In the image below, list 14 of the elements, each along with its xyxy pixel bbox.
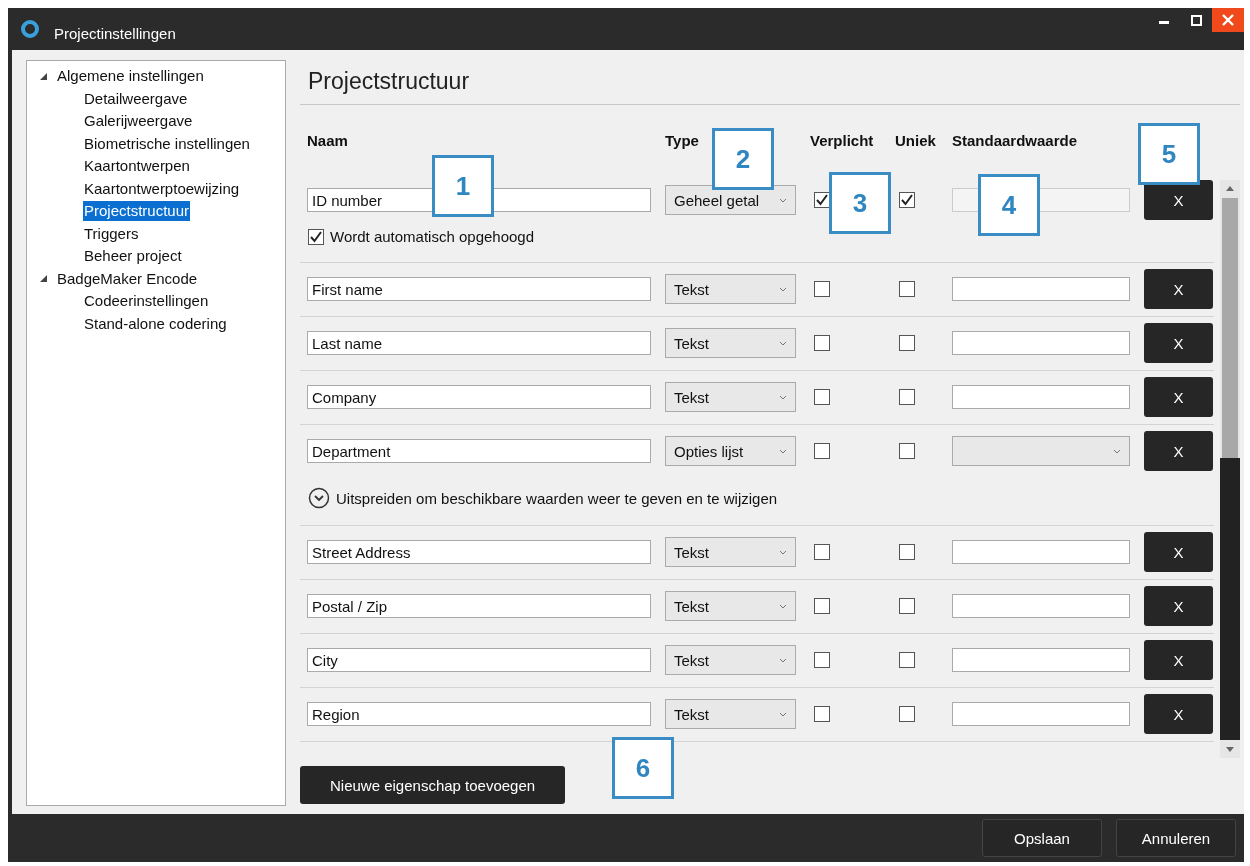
callout-tooltip: 2 [712, 128, 774, 190]
column-header: Naam [307, 132, 349, 149]
column-header: Uniek [895, 132, 937, 149]
column-header: Standaardwaarde [952, 132, 1079, 149]
checkbox-label: Wordt automatisch opgehoogd [330, 228, 535, 245]
callout-tooltip: 1 [432, 155, 494, 217]
callout-tooltip: 5 [1138, 123, 1200, 185]
callout-tooltip: 3 [829, 172, 891, 234]
page-heading: Projectstructuur [300, 60, 1240, 105]
callout-tooltip: 4 [978, 174, 1040, 236]
window-title: Projectinstellingen [54, 23, 176, 42]
callout-tooltip: 6 [612, 737, 674, 799]
column-header: Verplicht [810, 132, 875, 149]
column-header: Type [665, 132, 700, 149]
